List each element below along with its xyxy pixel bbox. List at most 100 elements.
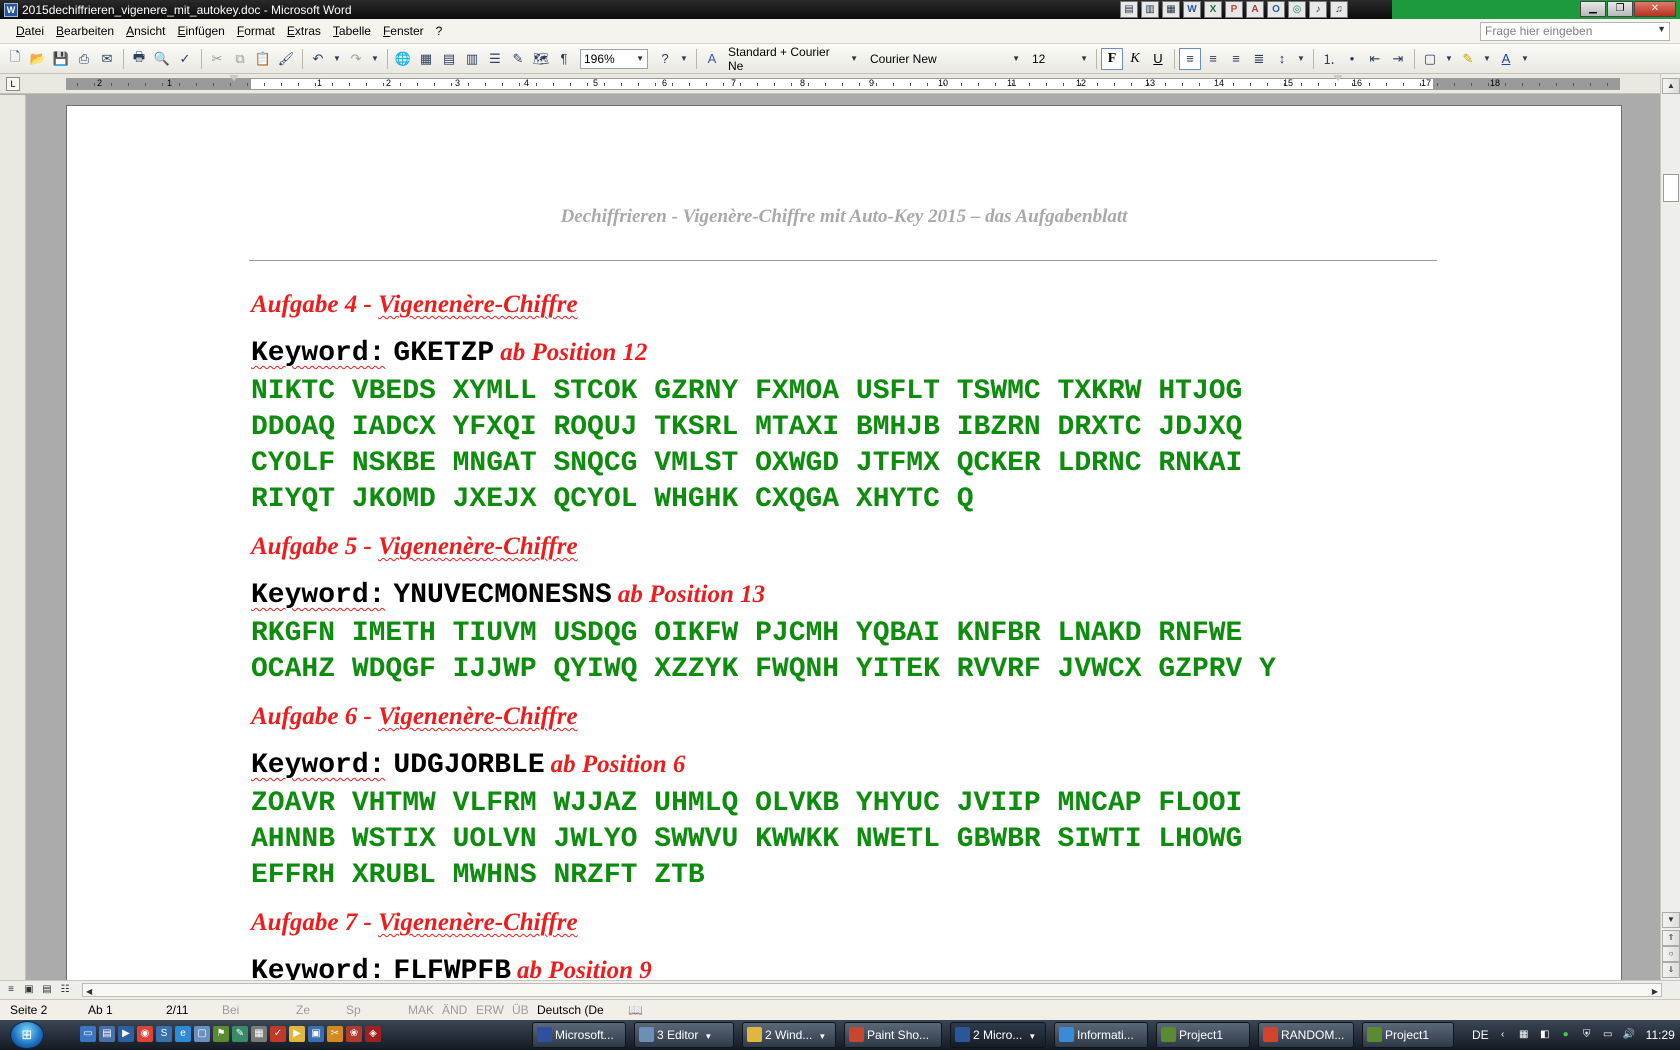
vertical-ruler[interactable]	[0, 95, 26, 980]
tool-icon-b[interactable]: ♫	[1330, 1, 1348, 18]
powerpoint-icon[interactable]: P	[1225, 1, 1243, 18]
scroll-thumb[interactable]	[1663, 174, 1679, 202]
right-indent-marker[interactable]	[1333, 75, 1343, 81]
copy-icon[interactable]: ⧉	[229, 48, 251, 70]
chevron-down-icon[interactable]: ▼	[1657, 24, 1666, 34]
maximize-button[interactable]: ❐	[1607, 1, 1633, 17]
save-icon[interactable]: 💾	[50, 48, 72, 70]
numbering-icon[interactable]: ⒈	[1318, 48, 1340, 70]
next-page-icon[interactable]: ⇓	[1662, 962, 1680, 978]
print-icon[interactable]: 🖶	[128, 48, 150, 70]
align-left-icon[interactable]: ≡	[1179, 47, 1201, 70]
tool-icon-a[interactable]: ♪	[1309, 1, 1327, 18]
app-icon[interactable]: S	[156, 1026, 172, 1042]
taskbar-button[interactable]: Project1	[1362, 1022, 1454, 1048]
close-button[interactable]: ✕	[1634, 1, 1676, 17]
line-spacing-icon[interactable]: ↕	[1271, 48, 1293, 70]
help-icon[interactable]: ?	[654, 48, 676, 70]
shield-icon[interactable]: ⛨	[1580, 1028, 1594, 1042]
bold-button[interactable]: F	[1101, 47, 1123, 70]
minimize-button[interactable]: ▁	[1580, 1, 1606, 17]
taskbar-button[interactable]: Project1	[1156, 1022, 1250, 1048]
desktop-icon[interactable]: ▭	[80, 1026, 96, 1042]
insert-excel-icon[interactable]: ▥	[461, 48, 483, 70]
status-macro[interactable]: MAK	[408, 1003, 434, 1017]
taskbar-button[interactable]: 3 Editor ▼	[634, 1022, 734, 1048]
publisher-icon[interactable]: ◎	[1288, 1, 1306, 18]
email-icon[interactable]: ✉	[96, 48, 118, 70]
scroll-up-icon[interactable]: ▲	[1662, 78, 1680, 94]
highlight-icon[interactable]: ✎	[1457, 48, 1479, 70]
menu-ansicht[interactable]: Ansicht	[120, 24, 171, 38]
app-icon[interactable]: ✎	[232, 1026, 248, 1042]
app-icon[interactable]: ✂	[327, 1026, 343, 1042]
app-tray-icon[interactable]: ◧	[1538, 1028, 1552, 1042]
decrease-indent-icon[interactable]: ⇤	[1364, 48, 1386, 70]
menu-datei[interactable]: Datei	[10, 24, 50, 38]
vertical-scrollbar[interactable]: ▲ ▼ ⇑ ○ ⇓	[1660, 74, 1680, 980]
print-layout-icon[interactable]: ▤	[40, 983, 54, 997]
status-track-changes[interactable]: ÄND	[442, 1003, 467, 1017]
open-folder-icon[interactable]: 📂	[27, 48, 49, 70]
window-switch-icon[interactable]: ▤	[99, 1026, 115, 1042]
volume-icon[interactable]: 🔊	[1622, 1028, 1636, 1042]
taskbar-button[interactable]: Paint Sho...	[844, 1022, 942, 1048]
browse-object-icon[interactable]: ○	[1662, 946, 1680, 962]
status-green-icon[interactable]: ●	[1559, 1028, 1573, 1042]
chevron-left-icon[interactable]: ‹	[1496, 1028, 1510, 1042]
taskbar-button[interactable]: 2 Micro... ▼	[950, 1022, 1046, 1048]
document-map-icon[interactable]: 🗺	[530, 48, 552, 70]
horizontal-ruler[interactable]: 2 1 123456789101112131415161718	[66, 75, 1620, 90]
justify-icon[interactable]: ≣	[1248, 48, 1270, 70]
app-icon[interactable]: ▦	[251, 1026, 267, 1042]
hyperlink-icon[interactable]: 🌐	[392, 48, 414, 70]
word-app-icon[interactable]: W	[4, 2, 18, 17]
zoom-select[interactable]: 196% ▼	[580, 48, 648, 69]
menu-fenster[interactable]: Fenster	[377, 24, 430, 38]
app-icon-a[interactable]: ▤	[1120, 1, 1138, 18]
insert-table-icon[interactable]: ▤	[438, 48, 460, 70]
align-right-icon[interactable]: ≡	[1225, 48, 1247, 70]
font-size-select[interactable]: 12 ▼	[1028, 49, 1092, 69]
scroll-left-icon[interactable]: ◀	[86, 987, 92, 996]
paste-icon[interactable]: 📋	[252, 48, 274, 70]
chevron-down-icon[interactable]: ▼	[330, 48, 344, 70]
monitor-icon[interactable]: ▭	[1601, 1028, 1615, 1042]
chevron-down-icon[interactable]: ▼	[1442, 48, 1456, 70]
columns-icon[interactable]: ☰	[484, 48, 506, 70]
tables-borders-icon[interactable]: ▦	[415, 48, 437, 70]
styles-pane-icon[interactable]: A	[701, 48, 723, 70]
outline-view-icon[interactable]: ☷	[58, 983, 72, 997]
scroll-right-icon[interactable]: ▶	[1652, 987, 1658, 996]
font-color-icon[interactable]: A	[1495, 48, 1517, 70]
new-document-icon[interactable]: 🗋	[4, 48, 26, 70]
permission-icon[interactable]: ⎙	[73, 48, 95, 70]
status-overtype[interactable]: ÜB	[512, 1003, 529, 1017]
app-icon[interactable]: ▶	[289, 1026, 305, 1042]
help-search-input[interactable]: Frage hier eingeben	[1480, 22, 1670, 41]
normal-view-icon[interactable]: ≡	[4, 983, 18, 997]
document-page[interactable]: Dechiffrieren - Vigenère-Chiffre mit Aut…	[66, 105, 1622, 980]
format-painter-icon[interactable]: 🖌	[275, 48, 297, 70]
app-icon-b[interactable]: ▥	[1141, 1, 1159, 18]
spellcheck-icon[interactable]: ✓	[174, 48, 196, 70]
style-select[interactable]: Standard + Courier Ne ▼	[724, 45, 862, 73]
taskbar-button[interactable]: RANDOM...	[1258, 1022, 1354, 1048]
horizontal-scrollbar[interactable]: ◀ ▶	[82, 983, 1662, 997]
app-icon[interactable]: ❀	[346, 1026, 362, 1042]
app-icon[interactable]: ▣	[308, 1026, 324, 1042]
excel-icon[interactable]: X	[1204, 1, 1222, 18]
cut-icon[interactable]: ✂	[206, 48, 228, 70]
border-icon[interactable]: ▢	[1419, 48, 1441, 70]
start-button[interactable]: ⊞	[10, 1021, 44, 1049]
menu-bearbeiten[interactable]: Bearbeiten	[50, 24, 120, 38]
word-icon[interactable]: W	[1183, 1, 1201, 18]
access-icon[interactable]: A	[1246, 1, 1264, 18]
network-icon[interactable]: ▦	[1517, 1028, 1531, 1042]
drawing-icon[interactable]: ✎	[507, 48, 529, 70]
menu-einfuegen[interactable]: Einfügen	[171, 24, 230, 38]
status-extend[interactable]: ERW	[476, 1003, 504, 1017]
chevron-down-icon[interactable]: ▼	[677, 48, 691, 70]
chevron-down-icon[interactable]: ▼	[1518, 48, 1532, 70]
app-icon[interactable]: ▢	[194, 1026, 210, 1042]
